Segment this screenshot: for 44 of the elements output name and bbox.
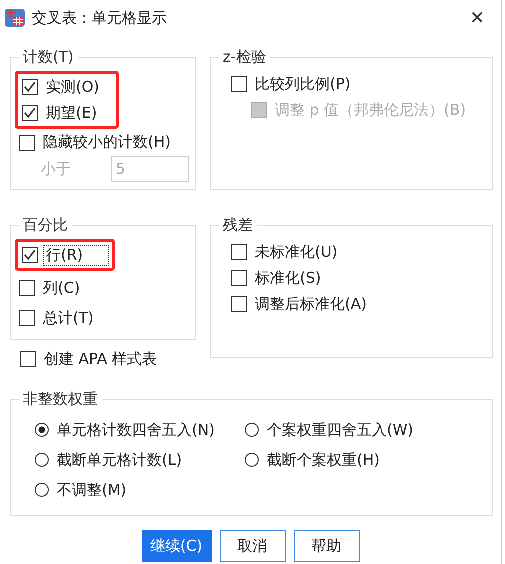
group-title: 非整数权重 [22,390,99,409]
checkbox-label[interactable]: 标准化(S) [253,268,324,288]
checkbox-label[interactable]: 总计(T) [41,308,96,328]
checkbox[interactable] [231,296,247,312]
checkbox[interactable] [19,134,35,150]
checkbox[interactable] [22,247,38,263]
checkbox[interactable] [231,244,247,260]
radio-button[interactable] [245,423,259,437]
radio-button[interactable] [245,453,259,467]
radio-label[interactable]: 截断单元格计数(L) [55,450,184,470]
checkbox-label[interactable]: 行(R) [44,246,108,264]
group-title: 计数(T) [22,48,75,67]
checkbox[interactable] [19,280,35,296]
table-icon [4,7,26,29]
checkbox-label[interactable]: 隐藏较小的计数(H) [41,133,173,152]
checkbox-label[interactable]: 列(C) [41,278,82,298]
checkbox-label[interactable]: 实测(O) [44,78,102,96]
group-title: z-检验 [222,48,268,67]
checkbox-label[interactable]: 未标准化(U) [253,242,340,262]
group-title: 残差 [222,216,254,235]
checkbox-label[interactable]: 创建 APA 样式表 [42,350,160,368]
radio-button[interactable] [35,483,49,497]
checkbox[interactable] [231,270,247,286]
close-button[interactable]: ✕ [462,8,493,28]
radio-button[interactable] [35,453,49,467]
checkbox-label[interactable]: 期望(E) [44,104,100,122]
radio-label[interactable]: 个案权重四舍五入(W) [265,420,416,440]
dialog-button[interactable]: 帮助 [294,530,360,562]
checkbox-label[interactable]: 比较列比例(P) [253,74,353,94]
checkbox[interactable] [22,105,38,121]
dialog-button[interactable]: 取消 [220,530,286,562]
radio-button[interactable] [35,423,49,437]
dialog-button[interactable]: 继续(C) [142,530,212,562]
field-label: 小于 [41,160,72,178]
radio-label[interactable]: 单元格计数四舍五入(N) [55,420,217,440]
radio-label[interactable]: 不调整(M) [55,480,129,500]
group-title: 百分比 [22,216,69,235]
checkbox[interactable] [231,76,247,92]
checkbox[interactable] [19,310,35,326]
radio-label[interactable]: 截断个案权重(H) [265,450,382,470]
checkbox[interactable] [20,351,36,367]
checkbox[interactable] [22,79,38,95]
checkbox-label[interactable]: 调整后标准化(A) [253,294,369,314]
window-title: 交叉表：单元格显示 [32,8,168,28]
